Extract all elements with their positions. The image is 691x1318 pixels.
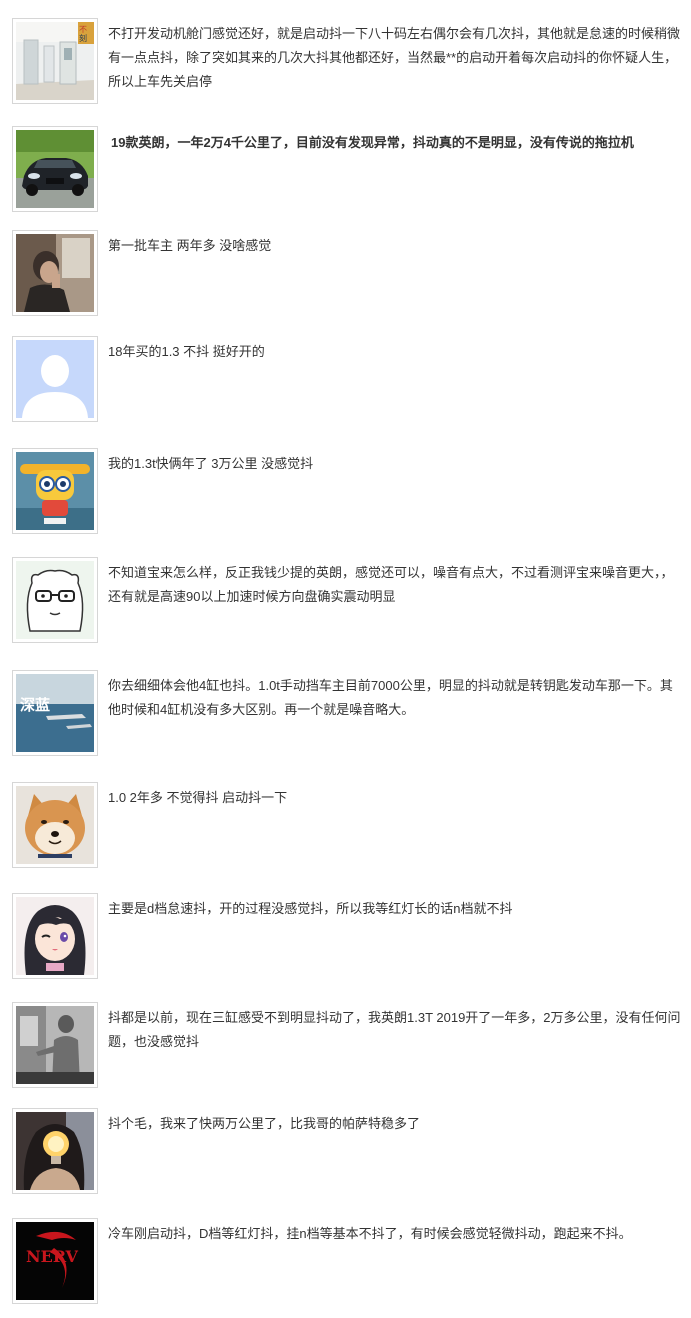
ocean-shenlan-avatar[interactable]: 深蓝 bbox=[12, 670, 98, 756]
comment-text: 19款英朗，一年2万4千公里了，目前没有发现异常，抖动真的不是明显，没有传说的拖… bbox=[111, 135, 634, 150]
default-user-icon bbox=[16, 340, 94, 418]
comment-text: 主要是d档怠速抖，开的过程没感觉抖，所以我等红灯长的话n档就不抖 bbox=[108, 901, 513, 916]
shiba-dog-icon bbox=[16, 786, 94, 864]
comment-item: NERV 冷车刚启动抖，D档等红灯抖，挂n档等基本不抖了，有时候会感觉轻微抖动，… bbox=[0, 1218, 691, 1310]
comment-text: 1.0 2年多 不觉得抖 启动抖一下 bbox=[108, 790, 288, 805]
avatar-label: 深蓝 bbox=[20, 696, 50, 714]
comment-item: 深蓝 你去细细体会他4缸也抖。1.0t手动挡车主目前7000公里，明显的抖动就是… bbox=[0, 670, 691, 762]
comment-item: 我的1.3t快俩年了 3万公里 没感觉抖 bbox=[0, 448, 691, 540]
cartoon-face-glasses-icon bbox=[16, 561, 94, 639]
comment-text: 不打开发动机舱门感觉还好，就是启动抖一下八十码左右偶尔会有几次抖，其他就是怠速的… bbox=[108, 26, 681, 89]
shiba-dog-avatar[interactable] bbox=[12, 782, 98, 868]
nerv-logo-avatar[interactable]: NERV bbox=[12, 1218, 98, 1304]
comment-text: 抖都是以前，现在三缸感受不到明显抖动了，我英朗1.3T 2019开了一年多，2万… bbox=[108, 1010, 681, 1049]
comment-item: 抖都是以前，现在三缸感受不到明显抖动了，我英朗1.3T 2019开了一年多，2万… bbox=[0, 1002, 691, 1094]
anime-girl-icon bbox=[16, 897, 94, 975]
room-photo-icon: 不 刻 bbox=[16, 22, 94, 100]
grayscale-man-icon bbox=[16, 1006, 94, 1084]
comment-item: 第一批车主 两年多 没啥感觉 bbox=[0, 230, 691, 322]
room-photo-avatar[interactable]: 不 刻 bbox=[12, 18, 98, 104]
anime-girl-avatar[interactable] bbox=[12, 893, 98, 979]
comment-text: 你去细细体会他4缸也抖。1.0t手动挡车主目前7000公里，明显的抖动就是转钥匙… bbox=[108, 678, 673, 717]
avatar-label: NERV bbox=[26, 1247, 79, 1266]
ocean-ships-icon: 深蓝 bbox=[16, 674, 94, 752]
comment-item: 不知道宝来怎么样，反正我钱少提的英朗，感觉还可以，噪音有点大，不过看测评宝来噪音… bbox=[0, 557, 691, 649]
comment-feed: 不 刻 不打开发动机舱门感觉还好，就是启动抖一下八十码左右偶尔会有几次抖，其他就… bbox=[0, 0, 691, 1318]
comment-text: 不知道宝来怎么样，反正我钱少提的英朗，感觉还可以，噪音有点大，不过看测评宝来噪音… bbox=[108, 565, 674, 604]
svg-text:不: 不 bbox=[79, 25, 87, 34]
man-in-car-avatar[interactable] bbox=[12, 230, 98, 316]
lightbulb-person-icon bbox=[16, 1112, 94, 1190]
cartoon-face-glasses-avatar[interactable] bbox=[12, 557, 98, 643]
comment-item: 18年买的1.3 不抖 挺好开的 bbox=[0, 336, 691, 428]
cartoon-robot-icon bbox=[16, 452, 94, 530]
comment-text: 我的1.3t快俩年了 3万公里 没感觉抖 bbox=[108, 456, 314, 471]
man-in-car-icon bbox=[16, 234, 94, 312]
sports-car-avatar[interactable] bbox=[12, 126, 98, 212]
sports-car-icon bbox=[16, 130, 94, 208]
svg-text:刻: 刻 bbox=[79, 33, 87, 43]
comment-item: 19款英朗，一年2万4千公里了，目前没有发现异常，抖动真的不是明显，没有传说的拖… bbox=[0, 126, 691, 218]
comment-item: 不 刻 不打开发动机舱门感觉还好，就是启动抖一下八十码左右偶尔会有几次抖，其他就… bbox=[0, 18, 691, 110]
default-user-avatar[interactable] bbox=[12, 336, 98, 422]
comment-item: 抖个毛，我来了快两万公里了，比我哥的帕萨特稳多了 bbox=[0, 1108, 691, 1200]
cartoon-robot-avatar[interactable] bbox=[12, 448, 98, 534]
nerv-logo-icon: NERV bbox=[16, 1222, 94, 1300]
comment-text: 抖个毛，我来了快两万公里了，比我哥的帕萨特稳多了 bbox=[108, 1116, 421, 1131]
lightbulb-person-avatar[interactable] bbox=[12, 1108, 98, 1194]
comment-text: 18年买的1.3 不抖 挺好开的 bbox=[108, 344, 265, 359]
grayscale-man-avatar[interactable] bbox=[12, 1002, 98, 1088]
comment-item: 1.0 2年多 不觉得抖 启动抖一下 bbox=[0, 782, 691, 874]
comment-text: 第一批车主 两年多 没啥感觉 bbox=[108, 238, 272, 253]
comment-item: 主要是d档怠速抖，开的过程没感觉抖，所以我等红灯长的话n档就不抖 bbox=[0, 893, 691, 985]
comment-text: 冷车刚启动抖，D档等红灯抖，挂n档等基本不抖了，有时候会感觉轻微抖动，跑起来不抖… bbox=[108, 1226, 632, 1241]
